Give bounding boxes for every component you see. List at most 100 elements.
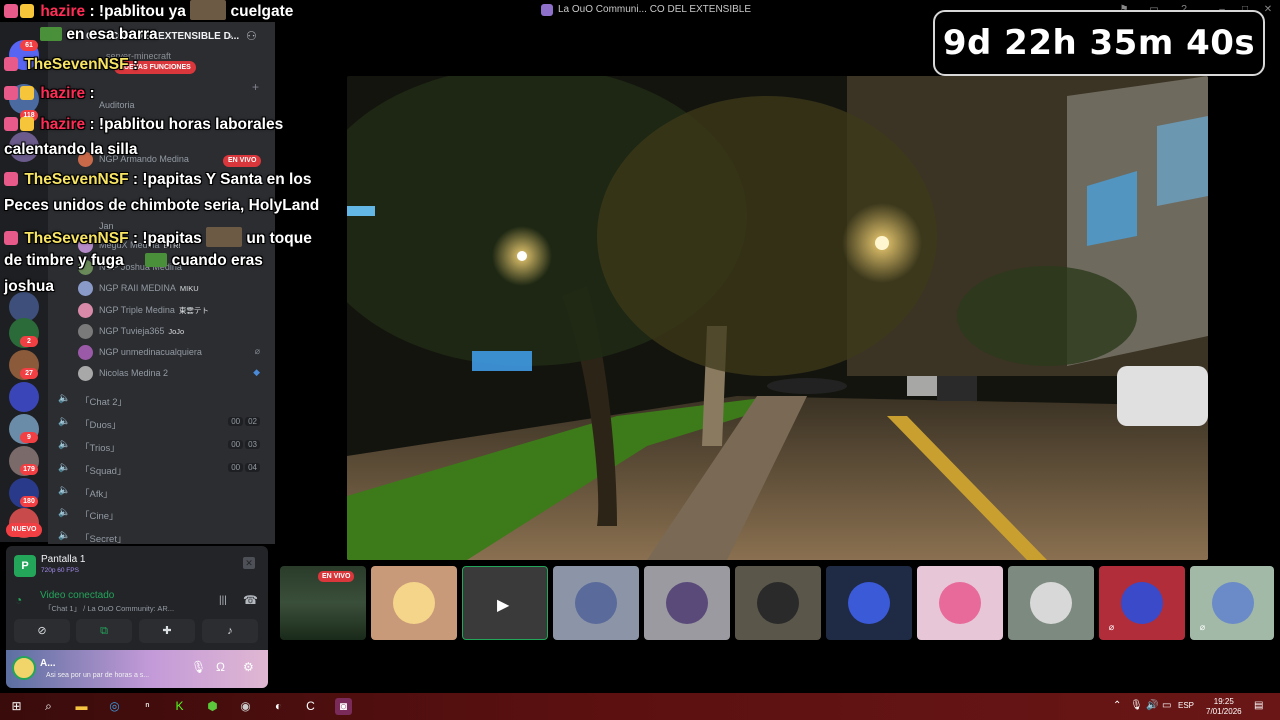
avatar: [393, 582, 435, 624]
add-user-icon[interactable]: ⚇: [246, 29, 257, 43]
clock[interactable]: 19:25 7/01/2026: [1206, 697, 1242, 717]
channel-item-auditoria[interactable]: Auditoria: [78, 97, 268, 115]
network-icon[interactable]: ▭: [1162, 700, 1171, 711]
mention-badge: 180: [20, 496, 38, 507]
window-title: La OuO Communi... CO DEL EXTENSIBLE: [558, 4, 752, 15]
participant-tile[interactable]: [553, 566, 639, 640]
language-indicator[interactable]: ESP: [1178, 701, 1194, 710]
participant-tile[interactable]: ⌀: [1099, 566, 1185, 640]
voice-channel-trios[interactable]: 🔈 「Trios」 00 03: [58, 437, 268, 455]
discord-icon[interactable]: ◙: [335, 698, 352, 715]
participant-tile[interactable]: [826, 566, 912, 640]
share-screen-button[interactable]: ⧉: [76, 619, 132, 643]
stream-quality: 720p 60 FPS: [41, 567, 79, 574]
mention-badge: 179: [20, 464, 38, 475]
participant-tile[interactable]: ⌀: [1190, 566, 1274, 640]
avatar: [1030, 582, 1072, 624]
app-icon[interactable]: C: [302, 698, 319, 715]
windows-taskbar: ⊞ ⌕ ▬ ◎ ⁿ K ⬢ ◉ ◐ C ◙ ⌃ 🎙 🔊 ▭ ESP 19:25 …: [0, 693, 1280, 720]
activities-button[interactable]: ✚: [139, 619, 195, 643]
chat-message-continued: calentando la silla: [4, 141, 138, 158]
avatar: [1121, 582, 1163, 624]
shield-icon: ◆: [253, 367, 260, 377]
deafened-icon: ⌀: [1199, 622, 1206, 632]
disconnect-icon[interactable]: ☎: [243, 593, 258, 607]
member-item[interactable]: NGP unmedinacualquiera ⌀: [78, 344, 268, 362]
avatar: [78, 345, 93, 360]
app-icon[interactable]: ⁿ: [139, 698, 156, 715]
avatar: [78, 324, 93, 339]
microphone-icon[interactable]: 🎙: [191, 660, 206, 674]
participant-tile[interactable]: [371, 566, 457, 640]
badge-icon: [4, 57, 18, 71]
voice-channel-name[interactable]: 「Chat 1」 / La OuO Community: AR...: [44, 603, 174, 614]
speaker-icon: 🔈: [58, 530, 71, 541]
member-item[interactable]: Nicolas Medina 2 ◆: [78, 365, 268, 383]
voice-channel-duos[interactable]: 🔈 「Duos」 00 02: [58, 414, 268, 432]
voice-channel-squad[interactable]: 🔈 「Squad」 00 04: [58, 460, 268, 478]
mention-badge: 9: [20, 432, 38, 443]
avatar: [939, 582, 981, 624]
crown-icon: [20, 4, 34, 18]
avatar: [78, 303, 93, 318]
chat-message-continued: joshua: [4, 278, 54, 295]
speaker-icon: 🔈: [58, 485, 71, 496]
microphone-icon[interactable]: 🎙: [1130, 700, 1143, 711]
new-badge: NUEVO: [6, 523, 42, 537]
member-item[interactable]: NGP Triple Medina 東雲テト: [78, 302, 268, 320]
soundboard-button[interactable]: ♪: [202, 619, 258, 643]
badge-icon: [4, 117, 18, 131]
participant-tile[interactable]: [735, 566, 821, 640]
participant-tile[interactable]: [1008, 566, 1094, 640]
notifications-icon[interactable]: ▤: [1254, 700, 1263, 711]
mention-badge: 27: [20, 368, 38, 379]
minecraft-icon[interactable]: ⬢: [204, 698, 221, 715]
avatar[interactable]: [12, 656, 36, 680]
obs-icon[interactable]: ◐: [270, 698, 287, 715]
live-badge: EN VIVO: [223, 155, 262, 167]
headphones-icon[interactable]: Ω: [216, 660, 225, 674]
member-item[interactable]: NGP RAII MEDINA MIKU: [78, 280, 268, 298]
server-icon-7[interactable]: [9, 382, 39, 412]
stream-video[interactable]: [347, 76, 1208, 560]
add-channel-icon[interactable]: +: [252, 80, 259, 94]
search-icon[interactable]: ⌕: [40, 698, 57, 715]
chat-message-continued: de timbre y fuga cuando eras: [4, 252, 263, 269]
avatar: [757, 582, 799, 624]
noise-suppression-icon[interactable]: |||: [219, 595, 227, 606]
badge-icon: [4, 4, 18, 18]
voice-status[interactable]: Video conectado: [40, 590, 114, 601]
speaker-icon: 🔈: [58, 439, 71, 450]
voice-channel-secret[interactable]: 🔈 「Secret」: [58, 528, 268, 544]
mention-badge: 2: [20, 336, 38, 347]
emote-image: [145, 253, 168, 267]
edge-icon[interactable]: ◎: [106, 698, 123, 715]
close-icon[interactable]: ✕: [1261, 4, 1275, 16]
stream-title: Pantalla 1: [41, 554, 86, 565]
chat-message: hazire : !pablitou horas laborales: [4, 116, 283, 134]
voice-channel-chat2[interactable]: 🔈 「Chat 2」: [58, 391, 268, 409]
gear-icon[interactable]: ⚙: [243, 660, 254, 674]
avatar: [1212, 582, 1254, 624]
kick-icon[interactable]: K: [171, 698, 188, 715]
chevron-down-icon[interactable]: ⌄: [226, 30, 234, 41]
participant-tile[interactable]: [917, 566, 1003, 640]
voice-channel-afk[interactable]: 🔈 「Afk」: [58, 483, 268, 501]
stream-preview-tile[interactable]: EN VIVO: [280, 566, 366, 640]
chat-message: TheSevenNSF : !papitas Y Santa en los: [4, 171, 311, 189]
file-explorer-icon[interactable]: ▬: [73, 698, 90, 715]
countdown-timer: 9d 22h 35m 40s: [933, 10, 1265, 76]
participant-tile[interactable]: ▶: [462, 566, 548, 640]
stop-stream-icon[interactable]: ✕: [243, 557, 255, 569]
user-name[interactable]: A...: [40, 658, 56, 669]
chevron-up-icon[interactable]: ⌃: [1113, 700, 1121, 711]
badge-icon: [4, 172, 18, 186]
participant-tile[interactable]: [644, 566, 730, 640]
windows-start-icon[interactable]: ⊞: [8, 698, 25, 715]
camera-off-button[interactable]: ⊘: [14, 619, 70, 643]
app-icon[interactable]: ◉: [237, 698, 254, 715]
voice-channel-cine[interactable]: 🔈 「Cine」: [58, 505, 268, 523]
speaker-icon: 🔈: [58, 507, 71, 518]
volume-icon[interactable]: 🔊: [1146, 700, 1158, 711]
member-item[interactable]: NGP Tuvieja365 JoJo: [78, 323, 268, 341]
